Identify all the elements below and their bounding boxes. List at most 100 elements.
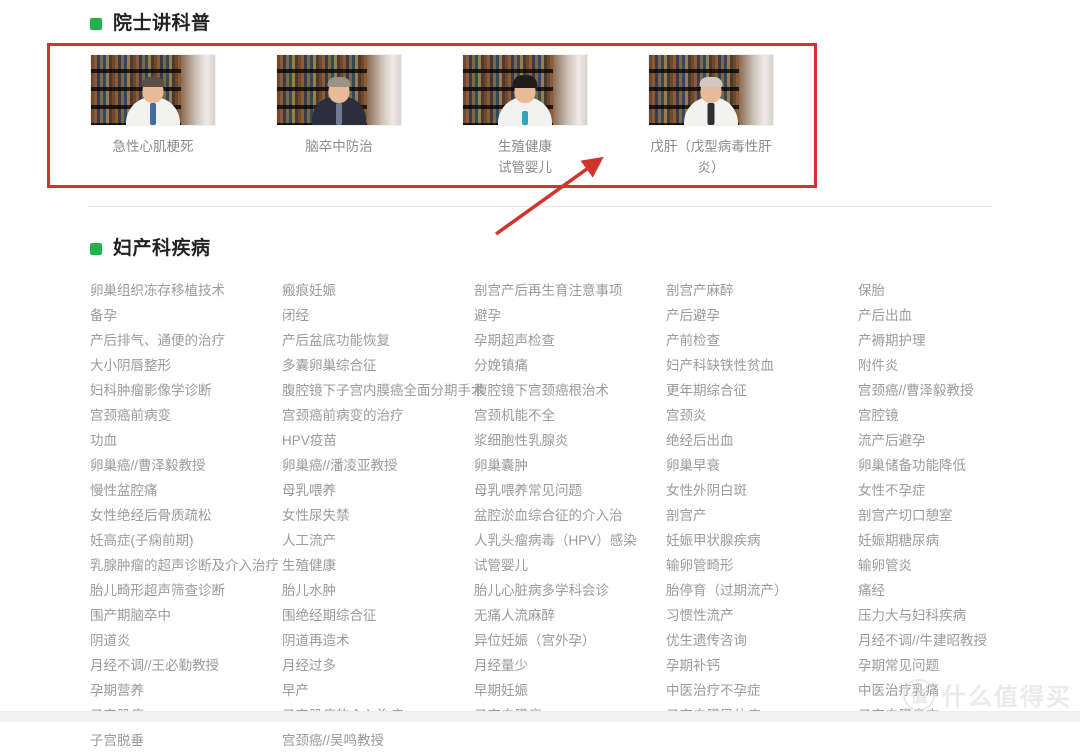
topic-link[interactable]: 优生遗传咨询 xyxy=(666,628,858,653)
topic-link[interactable]: 腹腔镜下子宫内膜癌全面分期手术 xyxy=(282,378,485,403)
topic-link[interactable]: 月经不调//王必勤教授 xyxy=(90,653,282,678)
topic-link[interactable]: 分娩镇痛 xyxy=(474,353,666,378)
topic-link[interactable]: 试管婴儿 xyxy=(474,553,666,578)
topic-link[interactable]: 宫颈机能不全 xyxy=(474,403,666,428)
topic-link[interactable]: 卵巢储备功能降低 xyxy=(858,453,1050,478)
topic-link[interactable]: 产前检查 xyxy=(666,328,858,353)
topic-link[interactable]: 流产后避孕 xyxy=(858,428,1050,453)
topic-link[interactable]: 母乳喂养常见问题 xyxy=(474,478,666,503)
topic-link[interactable]: 围绝经期综合征 xyxy=(282,603,474,628)
topic-link[interactable]: 压力大与妇科疾病 xyxy=(858,603,1050,628)
topic-link[interactable]: 产后盆底功能恢复 xyxy=(282,328,474,353)
topic-link[interactable]: 慢性盆腔痛 xyxy=(90,478,282,503)
topic-link[interactable]: 功血 xyxy=(90,428,282,453)
topic-link[interactable]: 早产 xyxy=(282,678,474,703)
topic-link[interactable]: 保胎 xyxy=(858,278,1050,303)
topic-link[interactable]: 月经不调//牛建昭教授 xyxy=(858,628,1050,653)
topic-link[interactable]: 宫颈癌//曹泽毅教授 xyxy=(858,378,1050,403)
topic-link[interactable]: 子宫脱垂 xyxy=(90,728,282,753)
topic-link[interactable]: 宫颈癌前病变的治疗 xyxy=(282,403,474,428)
topic-link[interactable]: 月经量少 xyxy=(474,653,666,678)
doctor-portrait-icon xyxy=(497,75,553,125)
topic-link[interactable]: HPV疫苗 xyxy=(282,428,474,453)
topic-link[interactable]: 胎儿畸形超声筛查诊断 xyxy=(90,578,282,603)
video-thumbnail[interactable] xyxy=(91,55,215,125)
topic-link[interactable]: 围产期脑卒中 xyxy=(90,603,282,628)
topic-link[interactable]: 卵巢癌//曹泽毅教授 xyxy=(90,453,282,478)
topic-link[interactable]: 孕期常见问题 xyxy=(858,653,1050,678)
topic-link[interactable]: 产后出血 xyxy=(858,303,1050,328)
topic-link[interactable]: 中医治疗乳痛 xyxy=(858,678,1050,703)
topic-link[interactable]: 闭经 xyxy=(282,303,474,328)
topic-link[interactable]: 女性绝经后骨质疏松 xyxy=(90,503,282,528)
video-card[interactable]: 戊肝（戊型病毒性肝 炎） xyxy=(618,55,804,179)
topic-link[interactable]: 宫颈炎 xyxy=(666,403,858,428)
topic-link[interactable]: 剖宫产切口憩室 xyxy=(858,503,1050,528)
video-card[interactable]: 脑卒中防治 xyxy=(246,55,432,179)
topic-link[interactable]: 女性尿失禁 xyxy=(282,503,474,528)
topic-link[interactable]: 多囊卵巢综合征 xyxy=(282,353,474,378)
topic-link[interactable]: 盆腔淤血综合征的介入治 xyxy=(474,503,666,528)
topic-link[interactable]: 宫腔镜 xyxy=(858,403,1050,428)
topic-link[interactable]: 输卵管畸形 xyxy=(666,553,858,578)
topic-link[interactable]: 女性不孕症 xyxy=(858,478,1050,503)
topic-link[interactable]: 卵巢组织冻存移植技术 xyxy=(90,278,282,303)
topic-link[interactable]: 人工流产 xyxy=(282,528,474,553)
topic-link[interactable]: 生殖健康 xyxy=(282,553,474,578)
topic-link[interactable]: 母乳喂养 xyxy=(282,478,474,503)
topic-link[interactable]: 阴道炎 xyxy=(90,628,282,653)
section-title-yuanshi: 院士讲科普 xyxy=(113,13,211,34)
topic-link[interactable]: 妇产科缺铁性贫血 xyxy=(666,353,858,378)
topic-link[interactable]: 痛经 xyxy=(858,578,1050,603)
topic-link[interactable]: 输卵管炎 xyxy=(858,553,1050,578)
topic-link[interactable]: 附件炎 xyxy=(858,353,1050,378)
topic-link[interactable]: 中医治疗不孕症 xyxy=(666,678,858,703)
topic-link[interactable]: 孕期营养 xyxy=(90,678,282,703)
topic-link[interactable]: 胎儿水肿 xyxy=(282,578,474,603)
topic-link[interactable]: 剖宫产后再生育注意事项 xyxy=(474,278,666,303)
topic-link[interactable]: 妊娠期糖尿病 xyxy=(858,528,1050,553)
topic-link[interactable]: 剖宫产麻醉 xyxy=(666,278,858,303)
topic-link[interactable]: 无痛人流麻醉 xyxy=(474,603,666,628)
topic-link[interactable]: 产褥期护理 xyxy=(858,328,1050,353)
topic-link[interactable]: 妇科肿瘤影像学诊断 xyxy=(90,378,282,403)
topic-link[interactable]: 卵巢囊肿 xyxy=(474,453,666,478)
topic-link[interactable]: 瘢痕妊娠 xyxy=(282,278,474,303)
topic-link[interactable]: 大小阴唇整形 xyxy=(90,353,282,378)
topic-link[interactable]: 异位妊娠（宫外孕） xyxy=(474,628,666,653)
topic-link[interactable]: 产后排气、通便的治疗 xyxy=(90,328,282,353)
topic-column: 卵巢组织冻存移植技术 备孕 产后排气、通便的治疗 大小阴唇整形 妇科肿瘤影像学诊断 宫颈癌… xyxy=(90,278,282,753)
topic-link[interactable]: 浆细胞性乳腺炎 xyxy=(474,428,666,453)
topic-link[interactable]: 女性外阴白斑 xyxy=(666,478,858,503)
topic-link[interactable]: 更年期综合征 xyxy=(666,378,858,403)
topic-link[interactable]: 胎停育（过期流产） xyxy=(666,578,858,603)
topic-link[interactable]: 绝经后出血 xyxy=(666,428,858,453)
topic-link[interactable]: 卵巢癌//潘凌亚教授 xyxy=(282,453,474,478)
academician-video-card-strip: 急性心肌梗死 脑卒中防治 生殖健康 试管婴儿 戊肝（戊型病毒性肝 炎） xyxy=(60,55,805,179)
video-thumbnail[interactable] xyxy=(463,55,587,125)
video-card[interactable]: 急性心肌梗死 xyxy=(60,55,246,179)
video-card[interactable]: 生殖健康 试管婴儿 xyxy=(432,55,618,179)
topic-link[interactable]: 孕期超声检查 xyxy=(474,328,666,353)
topic-link[interactable]: 产后避孕 xyxy=(666,303,858,328)
topic-link[interactable]: 腹腔镜下宫颈癌根治术 xyxy=(474,378,666,403)
topic-link[interactable]: 孕期补钙 xyxy=(666,653,858,678)
topic-link[interactable]: 乳腺肿瘤的超声诊断及介入治疗 xyxy=(90,553,282,578)
video-thumbnail[interactable] xyxy=(649,55,773,125)
topic-link[interactable]: 宫颈癌前病变 xyxy=(90,403,282,428)
topic-link[interactable]: 胎儿心脏病多学科会诊 xyxy=(474,578,666,603)
topic-link[interactable]: 宫颈癌//吴鸣教授 xyxy=(282,728,474,753)
topic-link-grid: 卵巢组织冻存移植技术 备孕 产后排气、通便的治疗 大小阴唇整形 妇科肿瘤影像学诊断 宫颈癌… xyxy=(90,278,1070,753)
topic-link[interactable]: 妊高症(子痫前期) xyxy=(90,528,282,553)
topic-link[interactable]: 卵巢早衰 xyxy=(666,453,858,478)
topic-link[interactable]: 避孕 xyxy=(474,303,666,328)
topic-link[interactable]: 剖宫产 xyxy=(666,503,858,528)
topic-link[interactable]: 月经过多 xyxy=(282,653,474,678)
video-thumbnail[interactable] xyxy=(277,55,401,125)
topic-link[interactable]: 备孕 xyxy=(90,303,282,328)
topic-link[interactable]: 阴道再造术 xyxy=(282,628,474,653)
topic-link[interactable]: 习惯性流产 xyxy=(666,603,858,628)
topic-link[interactable]: 妊娠甲状腺疾病 xyxy=(666,528,858,553)
topic-link[interactable]: 人乳头瘤病毒（HPV）感染 xyxy=(474,528,666,553)
topic-link[interactable]: 早期妊娠 xyxy=(474,678,666,703)
